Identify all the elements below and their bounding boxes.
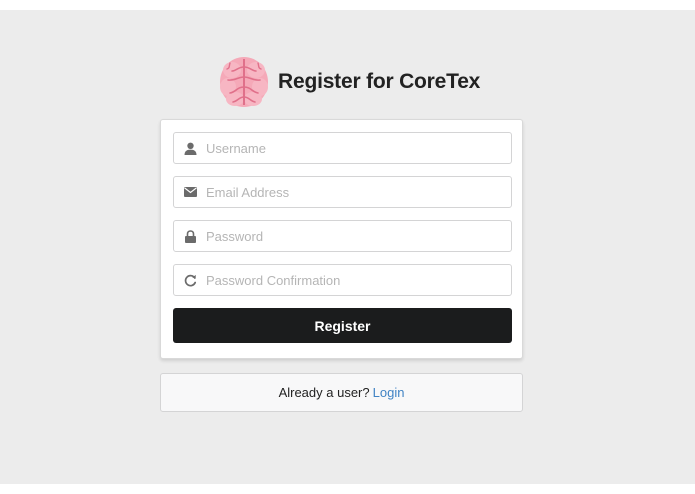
registration-form: Register [160, 119, 523, 359]
password-confirmation-input[interactable] [206, 265, 511, 295]
lock-icon [174, 220, 206, 252]
password-field [173, 220, 512, 252]
username-input[interactable] [206, 133, 511, 163]
login-prompt: Already a user? Login [160, 373, 523, 412]
refresh-icon [174, 264, 206, 296]
login-prompt-text: Already a user? [278, 385, 370, 400]
email-field [173, 176, 512, 208]
envelope-icon [174, 176, 206, 208]
page-title: Register for CoreTex [278, 70, 481, 93]
username-field [173, 132, 512, 164]
email-input[interactable] [206, 177, 511, 207]
password-confirmation-field [173, 264, 512, 296]
register-button[interactable]: Register [173, 308, 512, 343]
login-link[interactable]: Login [373, 385, 405, 400]
user-icon [174, 132, 206, 164]
password-input[interactable] [206, 221, 511, 251]
brain-icon [220, 57, 268, 107]
page-header: Register for CoreTex [218, 55, 480, 109]
